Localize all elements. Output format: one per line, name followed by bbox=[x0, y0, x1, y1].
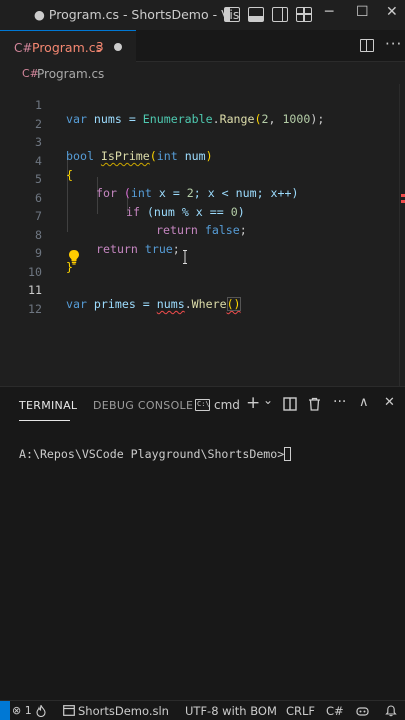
remote-indicator[interactable] bbox=[0, 701, 10, 720]
solution-icon bbox=[63, 705, 75, 716]
maximize-button[interactable]: ☐ bbox=[356, 4, 369, 20]
code-line: 1 var nums = Enumerable.Range(2, 1000); bbox=[0, 84, 405, 126]
chevron-down-icon[interactable]: ⌄ bbox=[263, 393, 273, 407]
close-panel-icon[interactable]: ✕ bbox=[384, 395, 395, 410]
split-terminal-icon[interactable] bbox=[283, 397, 297, 411]
status-bar: ⊗ 1 ShortsDemo.sln UTF-8 with BOM CRLF C… bbox=[0, 700, 405, 720]
language-mode[interactable]: C# bbox=[326, 704, 344, 718]
eol-indicator[interactable]: CRLF bbox=[286, 704, 315, 718]
minimize-button[interactable]: ─ bbox=[325, 4, 333, 20]
code-line: 2 bbox=[0, 103, 405, 131]
breadcrumb-file[interactable]: Program.cs bbox=[37, 67, 104, 81]
csharp-file-icon: C# bbox=[14, 41, 33, 55]
code-line: 4 { bbox=[0, 140, 405, 182]
unsaved-dot-icon[interactable] bbox=[114, 43, 122, 51]
bell-icon[interactable] bbox=[385, 705, 397, 717]
tab-label: Program.cs bbox=[32, 40, 103, 55]
error-marker bbox=[401, 194, 405, 197]
tab-terminal[interactable]: TERMINAL bbox=[19, 399, 77, 412]
editor-tab-bar: C# Program.cs 3 ··· bbox=[0, 30, 405, 62]
code-line: 8 return true; bbox=[0, 214, 405, 256]
terminal-icon: C:\ bbox=[195, 399, 210, 411]
panel-tabs: TERMINAL DEBUG CONSOLE C:\ cmd + ⌄ ··· ∧… bbox=[0, 387, 405, 423]
maximize-panel-icon[interactable]: ∧ bbox=[359, 395, 369, 410]
title-bar: ● Program.cs - ShortsDemo - Vis ─ ☐ ✕ bbox=[0, 0, 405, 30]
encoding-indicator[interactable]: UTF-8 with BOM bbox=[185, 704, 277, 718]
mouse-ibeam-cursor bbox=[183, 250, 187, 264]
toggle-panel-icon[interactable] bbox=[248, 7, 264, 22]
copilot-icon[interactable] bbox=[356, 705, 369, 717]
problem-count: 3 bbox=[96, 40, 104, 54]
tab-program-cs[interactable]: C# Program.cs 3 bbox=[0, 30, 136, 62]
code-line: 5 for (int x = 2; x < num; x++) bbox=[0, 158, 405, 200]
error-marker bbox=[401, 200, 405, 203]
layout-controls bbox=[224, 7, 312, 22]
code-line: 10 bbox=[0, 251, 405, 279]
active-tab-indicator bbox=[19, 420, 70, 421]
split-editor-icon[interactable] bbox=[360, 39, 374, 52]
window-title: ● Program.cs - ShortsDemo - Vis bbox=[34, 7, 240, 22]
line-number: 12 bbox=[28, 301, 42, 316]
code-editor[interactable]: 1 var nums = Enumerable.Range(2, 1000); … bbox=[0, 84, 405, 386]
code-line: 9 } bbox=[0, 232, 405, 274]
terminal-output[interactable]: A:\Repos\VSCode Playground\ShortsDemo> bbox=[19, 447, 292, 461]
breadcrumb: C# Program.cs bbox=[0, 62, 405, 84]
trash-icon[interactable] bbox=[308, 397, 321, 411]
more-actions-icon[interactable]: ··· bbox=[385, 35, 402, 53]
bottom-panel: TERMINAL DEBUG CONSOLE C:\ cmd + ⌄ ··· ∧… bbox=[0, 386, 405, 702]
toggle-secondary-sidebar-icon[interactable] bbox=[272, 7, 288, 22]
more-actions-icon[interactable]: ··· bbox=[333, 394, 346, 410]
close-window-button[interactable]: ✕ bbox=[386, 4, 398, 20]
flame-icon[interactable] bbox=[36, 705, 46, 717]
code-line-active: 11 var primes = nums.Where() bbox=[0, 269, 405, 311]
code-line: 3 bool IsPrime(int num) bbox=[0, 121, 405, 163]
problems-indicator[interactable]: ⊗ 1 bbox=[12, 704, 32, 717]
lightbulb-icon[interactable] bbox=[67, 249, 81, 265]
code-line: 7 return false; bbox=[0, 195, 405, 237]
code-line: 12 bbox=[0, 288, 405, 316]
terminal-cursor bbox=[284, 447, 292, 461]
customize-layout-icon[interactable] bbox=[296, 7, 312, 22]
tab-debug-console[interactable]: DEBUG CONSOLE bbox=[93, 399, 193, 412]
terminal-shell-name[interactable]: cmd bbox=[214, 398, 240, 412]
code-line: 6 if (num % x == 0) bbox=[0, 177, 405, 219]
solution-name[interactable]: ShortsDemo.sln bbox=[78, 704, 169, 718]
terminal-prompt: A:\Repos\VSCode Playground\ShortsDemo> bbox=[19, 447, 285, 461]
toggle-primary-sidebar-icon[interactable] bbox=[224, 7, 240, 22]
new-terminal-icon[interactable]: + bbox=[246, 393, 260, 413]
overview-ruler bbox=[399, 84, 405, 386]
